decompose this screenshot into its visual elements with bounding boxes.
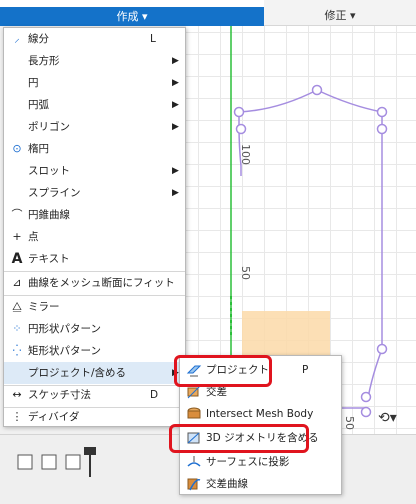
- ruler-label-50: 50: [239, 266, 252, 280]
- highlight-include-3d: [169, 424, 309, 453]
- project-surface-icon: [187, 456, 201, 467]
- ruler-label-bottom: 50: [343, 416, 356, 430]
- highlight-project: [174, 355, 272, 387]
- toolbar-icon-strip: [0, 0, 264, 7]
- intersection-curve-icon: [187, 478, 201, 491]
- toolbar: 作成 ▾ 修正 ▾: [0, 0, 416, 26]
- menu-item-fit-curve-to-mesh[interactable]: ⊿ 曲線をメッシュ断面にフィット: [4, 272, 185, 294]
- sketch-point: [360, 391, 372, 403]
- menu-item-polygon[interactable]: ポリゴン ▶: [4, 116, 185, 138]
- sketch-point: [360, 406, 372, 418]
- submenu-item-intersection-curve[interactable]: 交差曲線: [180, 473, 341, 495]
- create-menu: ⸝ 線分 L 長方形 ▶ 円 ▶ 円弧 ▶ ポリゴン ▶ ⊙ 楕円 スロット ▶…: [3, 27, 186, 427]
- sketch-point: [233, 106, 245, 118]
- menu-item-slot[interactable]: スロット ▶: [4, 160, 185, 182]
- timeline-sketch-icon: [65, 454, 81, 470]
- menu-item-circle[interactable]: 円 ▶: [4, 72, 185, 94]
- create-dropdown-button[interactable]: 作成 ▾: [0, 7, 264, 26]
- submenu-item-project-to-surface[interactable]: サーフェスに投影: [180, 451, 341, 473]
- menu-item-rectangular-pattern[interactable]: ⁛ 矩形状パターン: [4, 340, 185, 362]
- submenu-arrow-icon: ▶: [172, 78, 179, 88]
- submenu-arrow-icon: ▶: [172, 166, 179, 176]
- modify-dropdown-button[interactable]: 修正 ▾: [300, 0, 380, 26]
- intersect-mesh-icon: [187, 407, 201, 419]
- point-icon: +: [12, 230, 22, 243]
- menu-item-project-include[interactable]: プロジェクト/含める ▶: [4, 362, 185, 384]
- sketch-point: [376, 343, 388, 355]
- sketch-point: [376, 106, 388, 118]
- rectangular-pattern-icon: ⁛: [12, 344, 22, 357]
- menu-item-line[interactable]: ⸝ 線分 L: [4, 28, 185, 50]
- menu-item-conic-curve[interactable]: ⌒ 円錐曲線: [4, 204, 185, 226]
- submenu-arrow-icon: ▶: [172, 56, 179, 66]
- menu-item-ellipse[interactable]: ⊙ 楕円: [4, 138, 185, 160]
- divider-icon: ⋮: [11, 410, 23, 423]
- create-tab[interactable]: 作成 ▾: [0, 0, 264, 26]
- circular-pattern-icon: ⁘: [12, 322, 22, 335]
- menu-item-circular-pattern[interactable]: ⁘ 円形状パターン: [4, 318, 185, 340]
- timeline-marker-cap: [84, 447, 96, 455]
- line-icon: ⸝: [14, 32, 20, 45]
- menu-item-point[interactable]: + 点: [4, 226, 185, 248]
- timeline-sketch-icon: [41, 454, 57, 470]
- view-cube-widget[interactable]: ⟲▾: [378, 410, 414, 428]
- menu-item-sketch-dimension[interactable]: ↔ スケッチ寸法 D: [4, 384, 185, 406]
- submenu-arrow-icon: ▶: [172, 188, 179, 198]
- submenu-arrow-icon: ▶: [172, 100, 179, 110]
- menu-item-text[interactable]: A テキスト: [4, 248, 185, 270]
- mirror-icon: ⧋: [12, 300, 22, 313]
- sketch-point: [235, 123, 247, 135]
- menu-item-spline[interactable]: スプライン ▶: [4, 182, 185, 204]
- submenu-item-intersect-mesh-body[interactable]: Intersect Mesh Body: [180, 403, 341, 425]
- menu-item-mirror[interactable]: ⧋ ミラー: [4, 296, 185, 318]
- sketch-point: [376, 123, 388, 135]
- ellipse-icon: ⊙: [12, 142, 22, 155]
- conic-icon: ⌒: [11, 208, 23, 221]
- menu-item-divider[interactable]: ⋮ ディバイダ: [4, 406, 185, 428]
- timeline-sketch-icon: [17, 454, 33, 470]
- fit-curve-icon: ⊿: [12, 276, 22, 289]
- dimension-icon: ↔: [12, 388, 22, 401]
- sketch-point: [311, 84, 323, 96]
- menu-item-rectangle[interactable]: 長方形 ▶: [4, 50, 185, 72]
- ruler-label-100: 100: [239, 144, 252, 165]
- timeline-features: [17, 447, 96, 477]
- text-icon: A: [11, 251, 23, 267]
- menu-item-arc[interactable]: 円弧 ▶: [4, 94, 185, 116]
- submenu-arrow-icon: ▶: [172, 122, 179, 132]
